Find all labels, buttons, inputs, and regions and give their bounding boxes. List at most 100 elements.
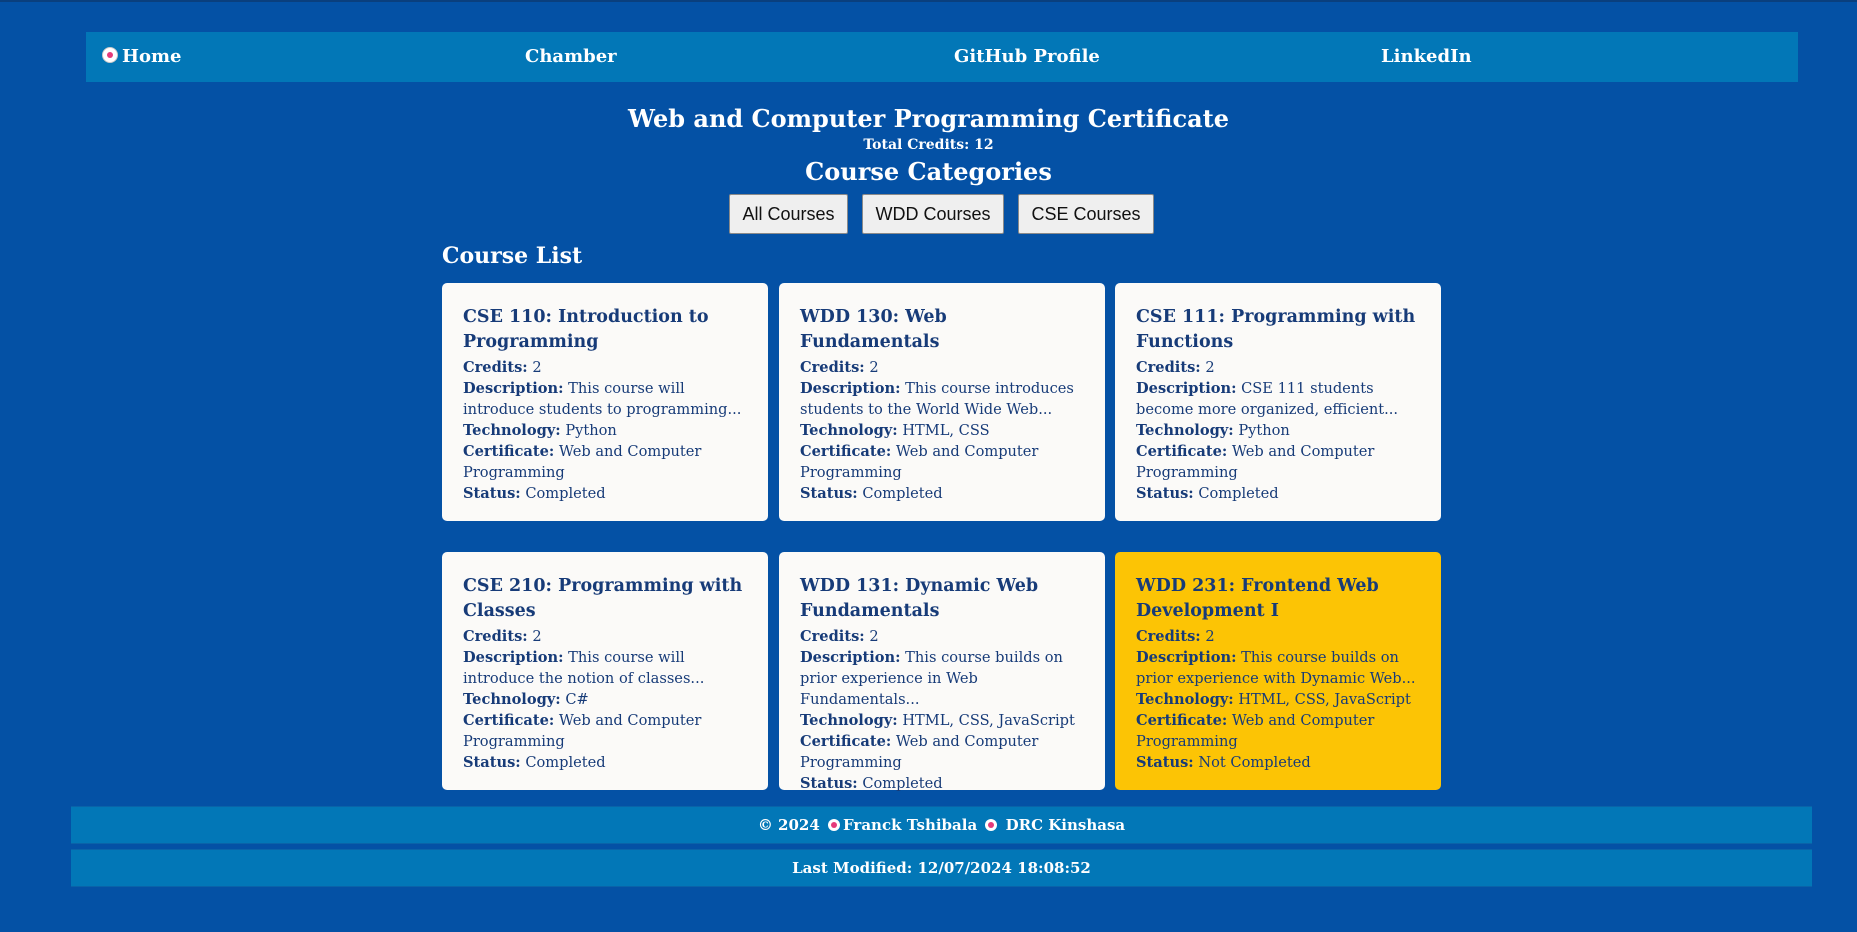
course-status: Status: Completed [1136,483,1421,504]
status-label: Status: [463,754,521,771]
main-nav: Home Chamber GitHub Profile LinkedIn [86,32,1798,82]
course-description: Description: This course introduces stud… [800,378,1085,420]
technology-value: HTML, CSS, JavaScript [902,712,1075,729]
description-label: Description: [1136,649,1237,666]
status-label: Status: [800,485,858,502]
course-card[interactable]: CSE 110: Introduction to Programming Cre… [442,283,768,521]
credits-value: 2 [532,359,542,376]
credits-label: Credits: [463,359,528,376]
nav-github-link[interactable]: GitHub Profile [954,32,1100,82]
footer-last-modified: Last Modified: 12/07/2024 18:08:52 [71,849,1812,887]
soccer-ball-icon [985,819,998,831]
course-certificate: Certificate: Web and Computer Programmin… [1136,441,1421,483]
course-title: WDD 130: Web Fundamentals [800,307,947,352]
course-status: Status: Completed [800,483,1085,504]
credits-label: Credits: [1136,359,1201,376]
course-certificate: Certificate: Web and Computer Programmin… [800,441,1085,483]
technology-label: Technology: [463,422,561,439]
certificate-label: Certificate: [1136,712,1228,729]
all-courses-button[interactable]: All Courses [729,194,848,234]
description-label: Description: [1136,380,1237,397]
course-card[interactable]: WDD 131: Dynamic Web Fundamentals Credit… [779,552,1105,792]
wdd-courses-button[interactable]: WDD Courses [862,194,1004,234]
technology-label: Technology: [800,422,898,439]
nav-linkedin-link[interactable]: LinkedIn [1381,32,1472,82]
course-title: CSE 210: Programming with Classes [463,576,743,621]
total-credits: Total Credits: 12 [863,137,994,153]
course-technology: Technology: C# [463,689,748,710]
course-title: CSE 111: Programming with Functions [1136,307,1416,352]
course-credits: Credits: 2 [800,357,1085,378]
course-status: Status: Completed [463,752,748,773]
course-credits: Credits: 2 [463,626,748,647]
status-value: Completed [525,485,606,502]
course-list-title: Course List [442,243,583,269]
credits-value: 2 [532,628,542,645]
copyright-year: © 2024 [757,816,820,834]
technology-value: C# [565,691,589,708]
course-card-not-completed[interactable]: WDD 231: Frontend Web Development I Cred… [1115,552,1441,790]
cse-courses-button[interactable]: CSE Courses [1018,194,1154,234]
technology-label: Technology: [1136,422,1234,439]
nav-home-link[interactable]: Home [102,32,182,82]
course-description: Description: This course builds on prior… [800,647,1085,710]
soccer-ball-icon [102,47,118,63]
footer-copyright: © 2024 Franck Tshibala DRC Kinshasa [71,806,1812,844]
description-label: Description: [800,649,901,666]
technology-label: Technology: [463,691,561,708]
status-value: Not Completed [1198,754,1311,771]
course-certificate: Certificate: Web and Computer Programmin… [463,710,748,752]
credits-label: Credits: [800,628,865,645]
credits-value: 2 [869,359,879,376]
course-description: Description: This course will introduce … [463,647,748,689]
course-card[interactable]: CSE 210: Programming with Classes Credit… [442,552,768,790]
credits-value: 2 [1205,628,1215,645]
technology-value: Python [1238,422,1290,439]
top-border [0,0,1857,2]
technology-label: Technology: [800,712,898,729]
nav-chamber-link[interactable]: Chamber [525,32,617,82]
course-credits: Credits: 2 [1136,357,1421,378]
technology-value: HTML, CSS [902,422,990,439]
technology-label: Technology: [1136,691,1234,708]
course-description: Description: CSE 111 students become mor… [1136,378,1421,420]
course-credits: Credits: 2 [463,357,748,378]
course-technology: Technology: HTML, CSS [800,420,1085,441]
course-categories-title: Course Categories [805,157,1052,186]
course-description: Description: This course builds on prior… [1136,647,1421,689]
technology-value: HTML, CSS, JavaScript [1238,691,1411,708]
course-title: WDD 231: Frontend Web Development I [1136,576,1379,621]
credits-value: 2 [869,628,879,645]
course-status: Status: Completed [800,773,1085,794]
credits-label: Credits: [1136,628,1201,645]
status-value: Completed [862,775,943,792]
status-label: Status: [463,485,521,502]
course-certificate: Certificate: Web and Computer Programmin… [463,441,748,483]
course-certificate: Certificate: Web and Computer Programmin… [1136,710,1421,752]
course-credits: Credits: 2 [800,626,1085,647]
credits-value: 2 [1205,359,1215,376]
certificate-label: Certificate: [463,712,555,729]
technology-value: Python [565,422,617,439]
course-technology: Technology: HTML, CSS, JavaScript [1136,689,1421,710]
course-technology: Technology: HTML, CSS, JavaScript [800,710,1085,731]
course-title: CSE 110: Introduction to Programming [463,307,709,352]
course-card[interactable]: WDD 130: Web Fundamentals Credits: 2 Des… [779,283,1105,521]
status-label: Status: [1136,754,1194,771]
description-label: Description: [800,380,901,397]
course-title: WDD 131: Dynamic Web Fundamentals [800,576,1039,621]
certificate-label: Certificate: [463,443,555,460]
course-description: Description: This course will introduce … [463,378,748,420]
description-label: Description: [463,380,564,397]
certificate-label: Certificate: [800,443,892,460]
course-status: Status: Not Completed [1136,752,1421,773]
course-technology: Technology: Python [463,420,748,441]
course-credits: Credits: 2 [1136,626,1421,647]
certificate-label: Certificate: [800,733,892,750]
soccer-ball-icon [828,819,841,831]
footer-location: DRC Kinshasa [1005,816,1126,834]
nav-home-label: Home [122,46,182,67]
course-certificate: Certificate: Web and Computer Programmin… [800,731,1085,773]
course-card[interactable]: CSE 111: Programming with Functions Cred… [1115,283,1441,521]
status-label: Status: [1136,485,1194,502]
